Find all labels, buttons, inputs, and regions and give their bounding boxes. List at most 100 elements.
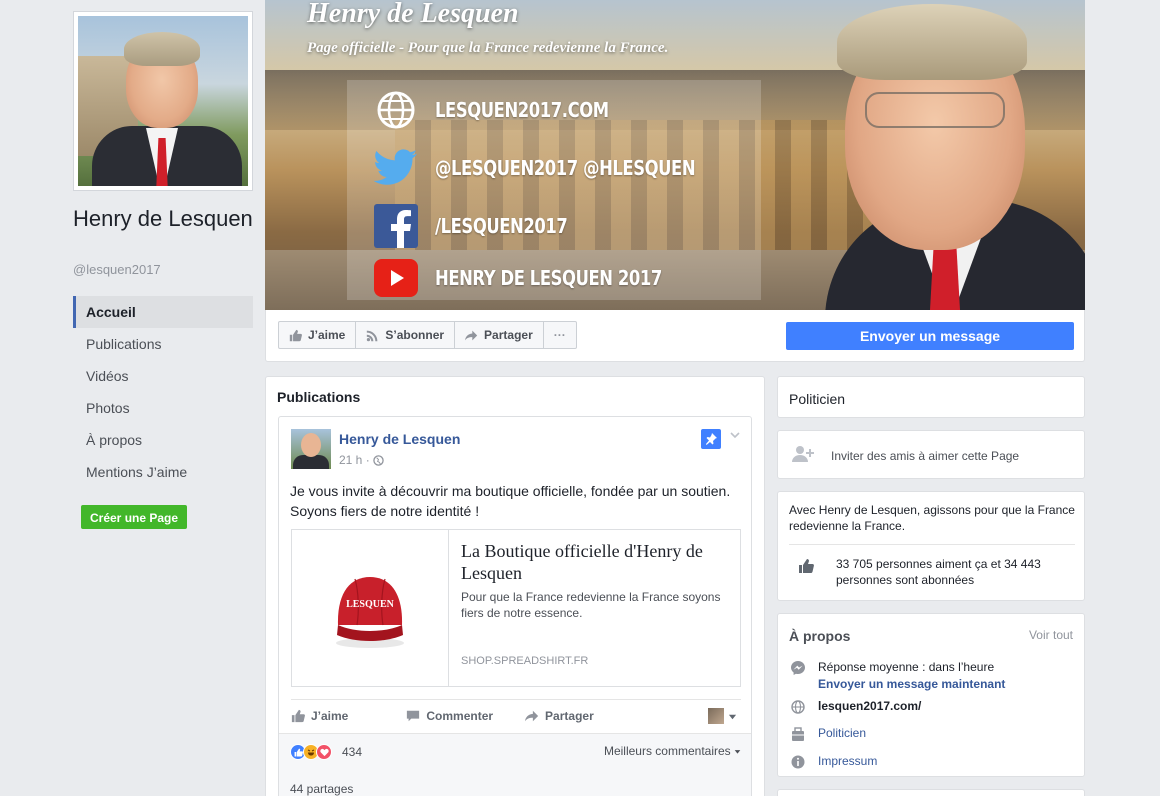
cover-facebook-text: /LESQUEN2017	[435, 214, 568, 238]
send-message-now-link[interactable]: Envoyer un message maintenant	[818, 677, 1005, 691]
post-actions: J’aime Commenter Partager	[291, 699, 741, 731]
publications-feed: Publications Henry de Lesquen 21 h · Je …	[265, 376, 765, 796]
page-handle[interactable]: @lesquen2017	[73, 262, 161, 277]
red-cap-image: LESQUEN	[336, 577, 404, 648]
love-reaction-icon	[316, 744, 332, 760]
more-icon: ···	[553, 328, 566, 342]
cover-row-facebook: /LESQUEN2017	[373, 204, 596, 248]
briefcase-icon	[789, 725, 807, 743]
send-message-button[interactable]: Envoyer un message	[786, 322, 1074, 350]
cover-photo[interactable]: Henry de Lesquen Page officielle - Pour …	[265, 0, 1085, 310]
share-page-button[interactable]: Partager	[455, 322, 544, 348]
best-comments-selector[interactable]: Meilleurs commentaires	[604, 744, 741, 758]
post-meta: 21 h ·	[339, 453, 384, 467]
about-summary-card: Avec Henry de Lesquen, agissons pour que…	[777, 491, 1085, 601]
comment-icon	[407, 710, 420, 721]
page-name[interactable]: Henry de Lesquen	[73, 206, 253, 232]
post-comment-button[interactable]: Commenter	[406, 709, 493, 723]
website-row: lesquen2017.com/	[789, 698, 921, 716]
divider	[789, 544, 1075, 545]
profile-picture[interactable]	[73, 11, 253, 191]
cover-youtube-text: HENRY DE LESQUEN 2017	[435, 266, 662, 290]
apropos-title[interactable]: À propos	[789, 628, 850, 644]
page-description: Avec Henry de Lesquen, agissons pour que…	[789, 503, 1075, 533]
nav-item-publications[interactable]: Publications	[73, 328, 253, 360]
feed-title: Publications	[277, 389, 361, 405]
cover-website-text: LESQUEN2017.COM	[435, 98, 609, 122]
share-arrow-icon	[465, 330, 478, 340]
like-page-button[interactable]: J’aime	[279, 322, 357, 348]
left-nav: Accueil Publications Vidéos Photos À pro…	[73, 296, 253, 488]
globe-icon	[789, 698, 807, 716]
shares-count[interactable]: 44 partages	[290, 782, 353, 796]
page-category[interactable]: Politicien	[789, 391, 845, 407]
nav-item-videos[interactable]: Vidéos	[73, 360, 253, 392]
cover-twitter-text: @LESQUEN2017 @HLESQUEN	[435, 156, 696, 180]
post-timestamp[interactable]: 21 h ·	[339, 453, 370, 467]
thumbs-up-icon	[289, 329, 302, 341]
info-icon	[789, 753, 807, 771]
page-mini-avatar	[708, 708, 724, 724]
more-options-button[interactable]: ···	[544, 322, 576, 348]
action-button-group: J’aime S’abonner Partager ···	[278, 321, 577, 349]
category-link[interactable]: Politicien	[818, 725, 866, 742]
post-like-label: J’aime	[311, 708, 349, 723]
cover-subtitle: Page officielle - Pour que la France red…	[307, 40, 669, 56]
caret-down-icon	[734, 750, 741, 754]
link-title[interactable]: La Boutique officielle d'Henry de Lesque…	[461, 540, 736, 584]
apropos-card: À propos Voir tout Réponse moyenne : dan…	[777, 613, 1085, 777]
impressum-row: Impressum	[789, 753, 877, 771]
globe-icon	[372, 454, 384, 466]
nav-item-photos[interactable]: Photos	[73, 392, 253, 424]
subscribe-button[interactable]: S’abonner	[356, 322, 456, 348]
rss-icon	[367, 330, 378, 341]
response-time-label: Réponse moyenne : dans l’heure	[818, 660, 995, 674]
post-share-button[interactable]: Partager	[525, 709, 594, 723]
link-thumbnail[interactable]: LESQUEN	[292, 530, 449, 686]
link-preview-card[interactable]: LESQUEN La Boutique officielle d'Henry d…	[291, 529, 741, 687]
link-domain: SHOP.SPREADSHIRT.FR	[461, 655, 589, 667]
post-share-label: Partager	[545, 708, 594, 723]
post-author-avatar[interactable]	[291, 429, 331, 469]
invite-card[interactable]: Inviter des amis à aimer cette Page	[777, 430, 1085, 479]
invite-friends-text[interactable]: Inviter des amis à aimer cette Page	[831, 449, 1019, 463]
post: Henry de Lesquen 21 h · Je vous invite à…	[278, 416, 752, 796]
likes-count-text: 33 705 personnes aiment ça et 34 443 per…	[836, 557, 1041, 587]
reaction-count[interactable]: 434	[342, 745, 362, 759]
like-page-label: J’aime	[308, 328, 346, 342]
caret-down-icon	[728, 714, 737, 719]
nav-item-apropos[interactable]: À propos	[73, 424, 253, 456]
cover-links-box: LESQUEN2017.COM @LESQUEN2017 @HLESQUEN /…	[347, 80, 761, 300]
thumbs-up-icon	[291, 709, 305, 722]
see-all-link[interactable]: Voir tout	[1029, 628, 1073, 642]
best-comments-label: Meilleurs commentaires	[603, 744, 731, 758]
post-as-selector[interactable]	[708, 708, 737, 724]
nav-item-mentions[interactable]: Mentions J’aime	[73, 456, 253, 488]
post-like-button[interactable]: J’aime	[291, 709, 348, 723]
impressum-link[interactable]: Impressum	[818, 753, 877, 770]
share-arrow-icon	[525, 710, 539, 721]
reaction-icons[interactable]	[290, 744, 332, 760]
chevron-down-icon[interactable]	[729, 429, 741, 444]
website-link[interactable]: lesquen2017.com/	[818, 698, 921, 715]
reactions-bar: 434 Meilleurs commentaires 44 partages	[279, 733, 751, 796]
cover-row-youtube: HENRY DE LESQUEN 2017	[373, 256, 712, 300]
globe-icon	[373, 88, 419, 132]
messenger-icon	[789, 659, 807, 677]
post-author-name[interactable]: Henry de Lesquen	[339, 431, 460, 447]
share-page-label: Partager	[484, 328, 533, 342]
twitter-icon	[373, 146, 419, 190]
youtube-icon	[373, 256, 419, 300]
cover-row-twitter: @LESQUEN2017 @HLESQUEN	[373, 146, 752, 190]
facebook-icon	[373, 204, 419, 248]
pin-icon[interactable]	[701, 429, 721, 449]
add-friend-icon	[792, 445, 814, 466]
response-time-text: Réponse moyenne : dans l’heure Envoyer u…	[818, 659, 1005, 693]
cover-row-website: LESQUEN2017.COM	[373, 88, 647, 132]
subscribe-label: S’abonner	[385, 328, 445, 342]
nav-item-accueil[interactable]: Accueil	[73, 296, 253, 328]
thumbs-up-icon	[798, 558, 814, 577]
create-page-button[interactable]: Créer une Page	[81, 505, 188, 529]
category-row: Politicien	[789, 725, 866, 743]
cap-text: LESQUEN	[346, 599, 395, 610]
